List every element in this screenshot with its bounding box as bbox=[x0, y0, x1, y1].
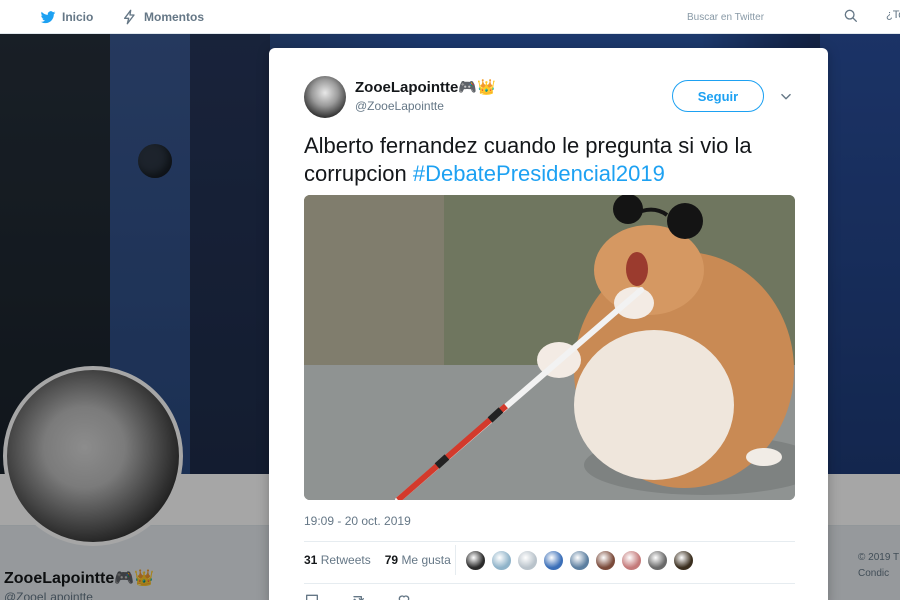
search-placeholder: Buscar en Twitter bbox=[687, 11, 765, 23]
divider bbox=[304, 541, 795, 542]
likers-avatars bbox=[465, 550, 694, 571]
liker-avatar[interactable] bbox=[647, 550, 668, 571]
divider bbox=[455, 545, 456, 575]
tweet-media-image[interactable] bbox=[304, 195, 795, 500]
search-input[interactable]: Buscar en Twitter bbox=[678, 6, 866, 28]
liker-avatar[interactable] bbox=[673, 550, 694, 571]
hamster-image bbox=[304, 195, 795, 500]
liker-avatar[interactable] bbox=[595, 550, 616, 571]
tweet-modal: ZooeLapointte🎮👑 @ZooeLapointte Seguir Al… bbox=[269, 48, 828, 600]
tweet-hashtag[interactable]: #DebatePresidencial2019 bbox=[413, 161, 665, 186]
follow-button[interactable]: Seguir bbox=[672, 80, 764, 112]
tweet-timestamp[interactable]: 19:09 - 20 oct. 2019 bbox=[304, 514, 411, 528]
reply-button[interactable] bbox=[304, 592, 320, 600]
liker-avatar[interactable] bbox=[465, 550, 486, 571]
home-icon bbox=[40, 11, 56, 24]
tweet-actions bbox=[304, 592, 412, 600]
retweet-icon bbox=[353, 596, 364, 600]
retweets-count: 31 bbox=[304, 553, 318, 567]
liker-avatar[interactable] bbox=[517, 550, 538, 571]
nav-moments[interactable]: Momentos bbox=[122, 0, 204, 34]
likes-count: 79 bbox=[384, 553, 399, 567]
heart-icon bbox=[398, 595, 410, 600]
nav-moments-label: Momentos bbox=[144, 10, 204, 24]
retweets-stat[interactable]: 31 Retweets bbox=[304, 553, 371, 567]
liker-avatar[interactable] bbox=[491, 550, 512, 571]
liker-avatar[interactable] bbox=[569, 550, 590, 571]
nav-home[interactable]: Inicio bbox=[40, 0, 93, 34]
tweet-text: Alberto fernandez cuando le pregunta si … bbox=[304, 132, 804, 188]
tweet-author-name[interactable]: ZooeLapointte🎮👑 bbox=[355, 78, 496, 96]
top-navigation: Inicio Momentos Buscar en Twitter ¿To bbox=[0, 0, 900, 34]
nav-whats-happening[interactable]: ¿To bbox=[886, 9, 900, 21]
chevron-down-icon[interactable] bbox=[779, 90, 793, 104]
search-icon[interactable] bbox=[843, 8, 859, 24]
retweet-button[interactable] bbox=[350, 592, 366, 600]
tweet-author-handle[interactable]: @ZooeLapointte bbox=[355, 99, 444, 113]
like-button[interactable] bbox=[396, 592, 412, 600]
tweet-stats: 31 Retweets 79 Me gusta bbox=[304, 553, 451, 567]
tweet-author-avatar[interactable] bbox=[304, 76, 346, 118]
nav-home-label: Inicio bbox=[62, 10, 94, 24]
liker-avatar[interactable] bbox=[621, 550, 642, 571]
likes-stat[interactable]: 79 Me gusta bbox=[385, 553, 451, 567]
lightning-icon bbox=[124, 9, 135, 25]
divider bbox=[304, 583, 795, 584]
liker-avatar[interactable] bbox=[543, 550, 564, 571]
likes-label: Me gusta bbox=[401, 553, 451, 567]
reply-icon bbox=[306, 594, 318, 600]
retweets-label: Retweets bbox=[320, 553, 371, 567]
